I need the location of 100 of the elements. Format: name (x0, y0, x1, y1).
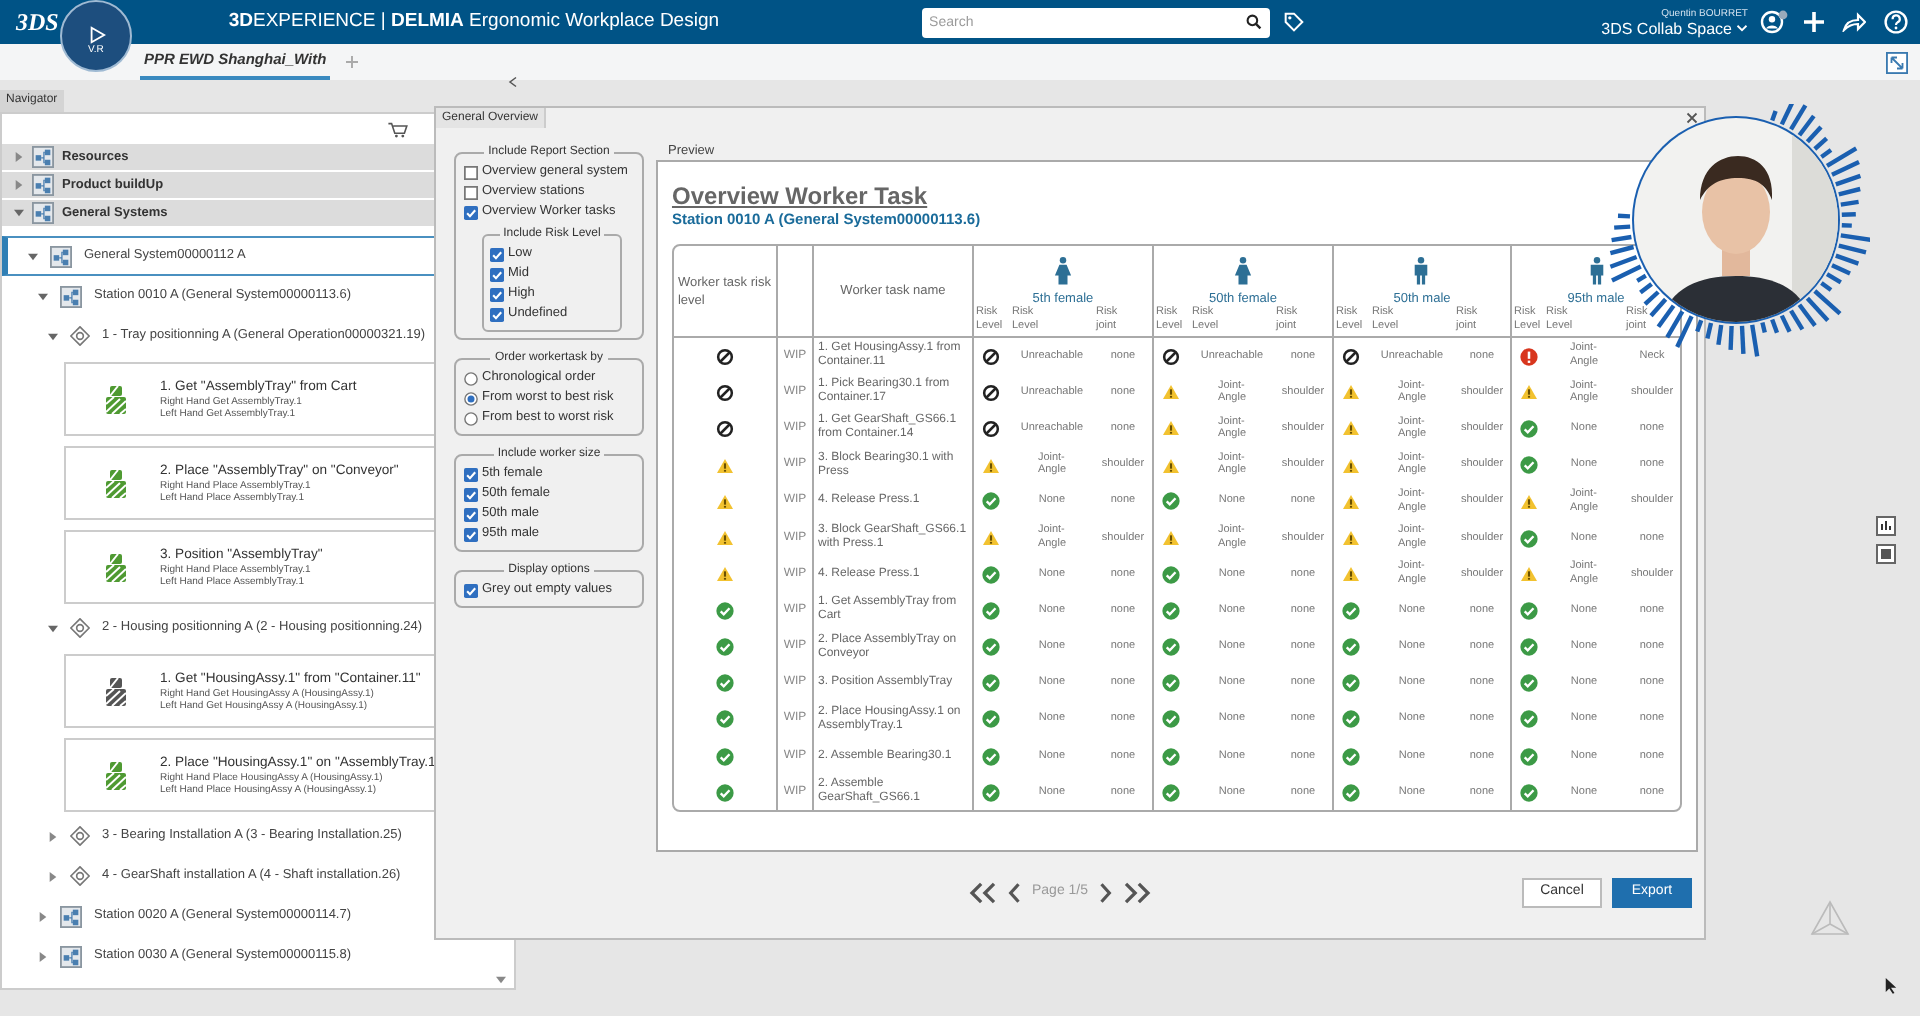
check-icon (982, 674, 1001, 693)
diamond-icon (70, 326, 90, 346)
tag-icon[interactable] (1283, 12, 1304, 32)
blocked-icon (982, 383, 1001, 402)
blocked-icon (982, 347, 1001, 366)
blocked-icon (715, 347, 734, 366)
chart-icon[interactable] (1876, 516, 1896, 536)
female-figure-icon (1233, 256, 1252, 286)
space-selector[interactable]: 3DS Collab Space (1601, 19, 1748, 37)
blocked-icon (1162, 347, 1181, 366)
network-icon (50, 245, 72, 267)
caret-right-icon[interactable] (38, 951, 48, 961)
warning-icon (1162, 530, 1181, 547)
male-figure-icon (1412, 256, 1431, 286)
play-icon[interactable] (87, 25, 105, 43)
check-icon (1162, 601, 1181, 620)
first-page-icon[interactable] (967, 881, 998, 903)
caret-right-icon[interactable] (38, 911, 48, 921)
last-page-icon[interactable] (1122, 881, 1153, 903)
check-icon (1342, 601, 1361, 620)
caret-icon[interactable] (1736, 24, 1748, 32)
check-icon (1162, 747, 1181, 766)
network-icon (60, 945, 82, 967)
checkbox[interactable] (464, 185, 478, 199)
check-icon (982, 601, 1001, 620)
logo: 3DS (16, 6, 59, 40)
radio-button[interactable] (464, 371, 478, 385)
app-title: 3DEXPERIENCE | DELMIA Ergonomic Workplace Design (228, 7, 720, 36)
warning-icon (1342, 384, 1361, 401)
check-icon (1519, 783, 1537, 802)
search-icon[interactable] (1245, 14, 1262, 30)
warning-icon (1519, 566, 1537, 583)
radio-button[interactable] (464, 411, 478, 425)
warning-icon (982, 530, 1001, 547)
warning-icon (1342, 566, 1361, 583)
network-icon (60, 285, 82, 307)
warning-icon (715, 530, 734, 547)
check-icon (1519, 747, 1537, 766)
check-icon (1519, 529, 1537, 548)
warning-icon (1162, 420, 1181, 437)
help-icon[interactable] (1884, 10, 1908, 34)
check-icon (982, 747, 1001, 766)
collapse-icon[interactable] (508, 76, 518, 88)
close-icon[interactable] (1686, 112, 1698, 124)
check-icon (715, 783, 734, 802)
check-icon (1162, 565, 1181, 584)
caret-down-icon[interactable] (28, 251, 38, 261)
check-icon (1162, 638, 1181, 657)
check-icon (1519, 601, 1537, 620)
blocked-icon (982, 419, 1001, 438)
caret-right-icon[interactable] (48, 871, 58, 881)
warning-icon (1342, 530, 1361, 547)
check-icon (982, 710, 1001, 729)
network-icon (32, 202, 54, 224)
check-icon (1342, 638, 1361, 657)
warning-icon (1519, 384, 1537, 401)
check-icon (1342, 710, 1361, 729)
check-icon (1162, 783, 1181, 802)
warning-icon (715, 493, 734, 510)
check-icon (1162, 492, 1181, 511)
check-icon (1162, 710, 1181, 729)
warning-icon (1342, 457, 1361, 474)
next-page-icon[interactable] (1098, 881, 1113, 903)
warning-icon (715, 566, 734, 583)
error-icon (1519, 347, 1537, 366)
scroll-down-icon[interactable] (496, 976, 506, 984)
checkbox[interactable] (464, 165, 478, 179)
warning-icon (715, 457, 734, 474)
check-icon (1519, 674, 1537, 693)
check-icon (982, 783, 1001, 802)
check-icon (715, 601, 734, 620)
cursor-icon (1884, 976, 1898, 994)
warning-icon (1342, 493, 1361, 510)
check-icon (982, 565, 1001, 584)
fullscreen-icon[interactable] (1886, 51, 1908, 73)
diamond-icon (70, 866, 90, 886)
cart-icon[interactable] (388, 121, 408, 137)
blocked-icon (715, 419, 734, 438)
user-icon[interactable] (1760, 10, 1788, 34)
add-icon[interactable] (1804, 12, 1824, 32)
radio-button[interactable] (464, 391, 478, 405)
caret-down-icon[interactable] (48, 623, 58, 633)
warning-icon (1342, 420, 1361, 437)
check-icon (1519, 710, 1537, 729)
female-figure-icon (1053, 256, 1072, 286)
check-icon (1519, 456, 1537, 475)
caret-down-icon[interactable] (48, 331, 58, 341)
warning-icon (1519, 493, 1537, 510)
check-icon (1342, 674, 1361, 693)
square-icon[interactable] (1876, 544, 1896, 564)
previous-page-icon[interactable] (1007, 881, 1022, 903)
caret-right-icon[interactable] (48, 831, 58, 841)
caret-down-icon[interactable] (38, 291, 48, 301)
share-icon[interactable] (1842, 12, 1866, 32)
warning-icon (982, 457, 1001, 474)
report-title: Overview Worker Task (671, 182, 928, 210)
caret-right-icon[interactable] (14, 180, 24, 190)
caret-right-icon[interactable] (14, 152, 24, 162)
caret-down-icon[interactable] (14, 208, 24, 218)
check-icon (982, 638, 1001, 657)
